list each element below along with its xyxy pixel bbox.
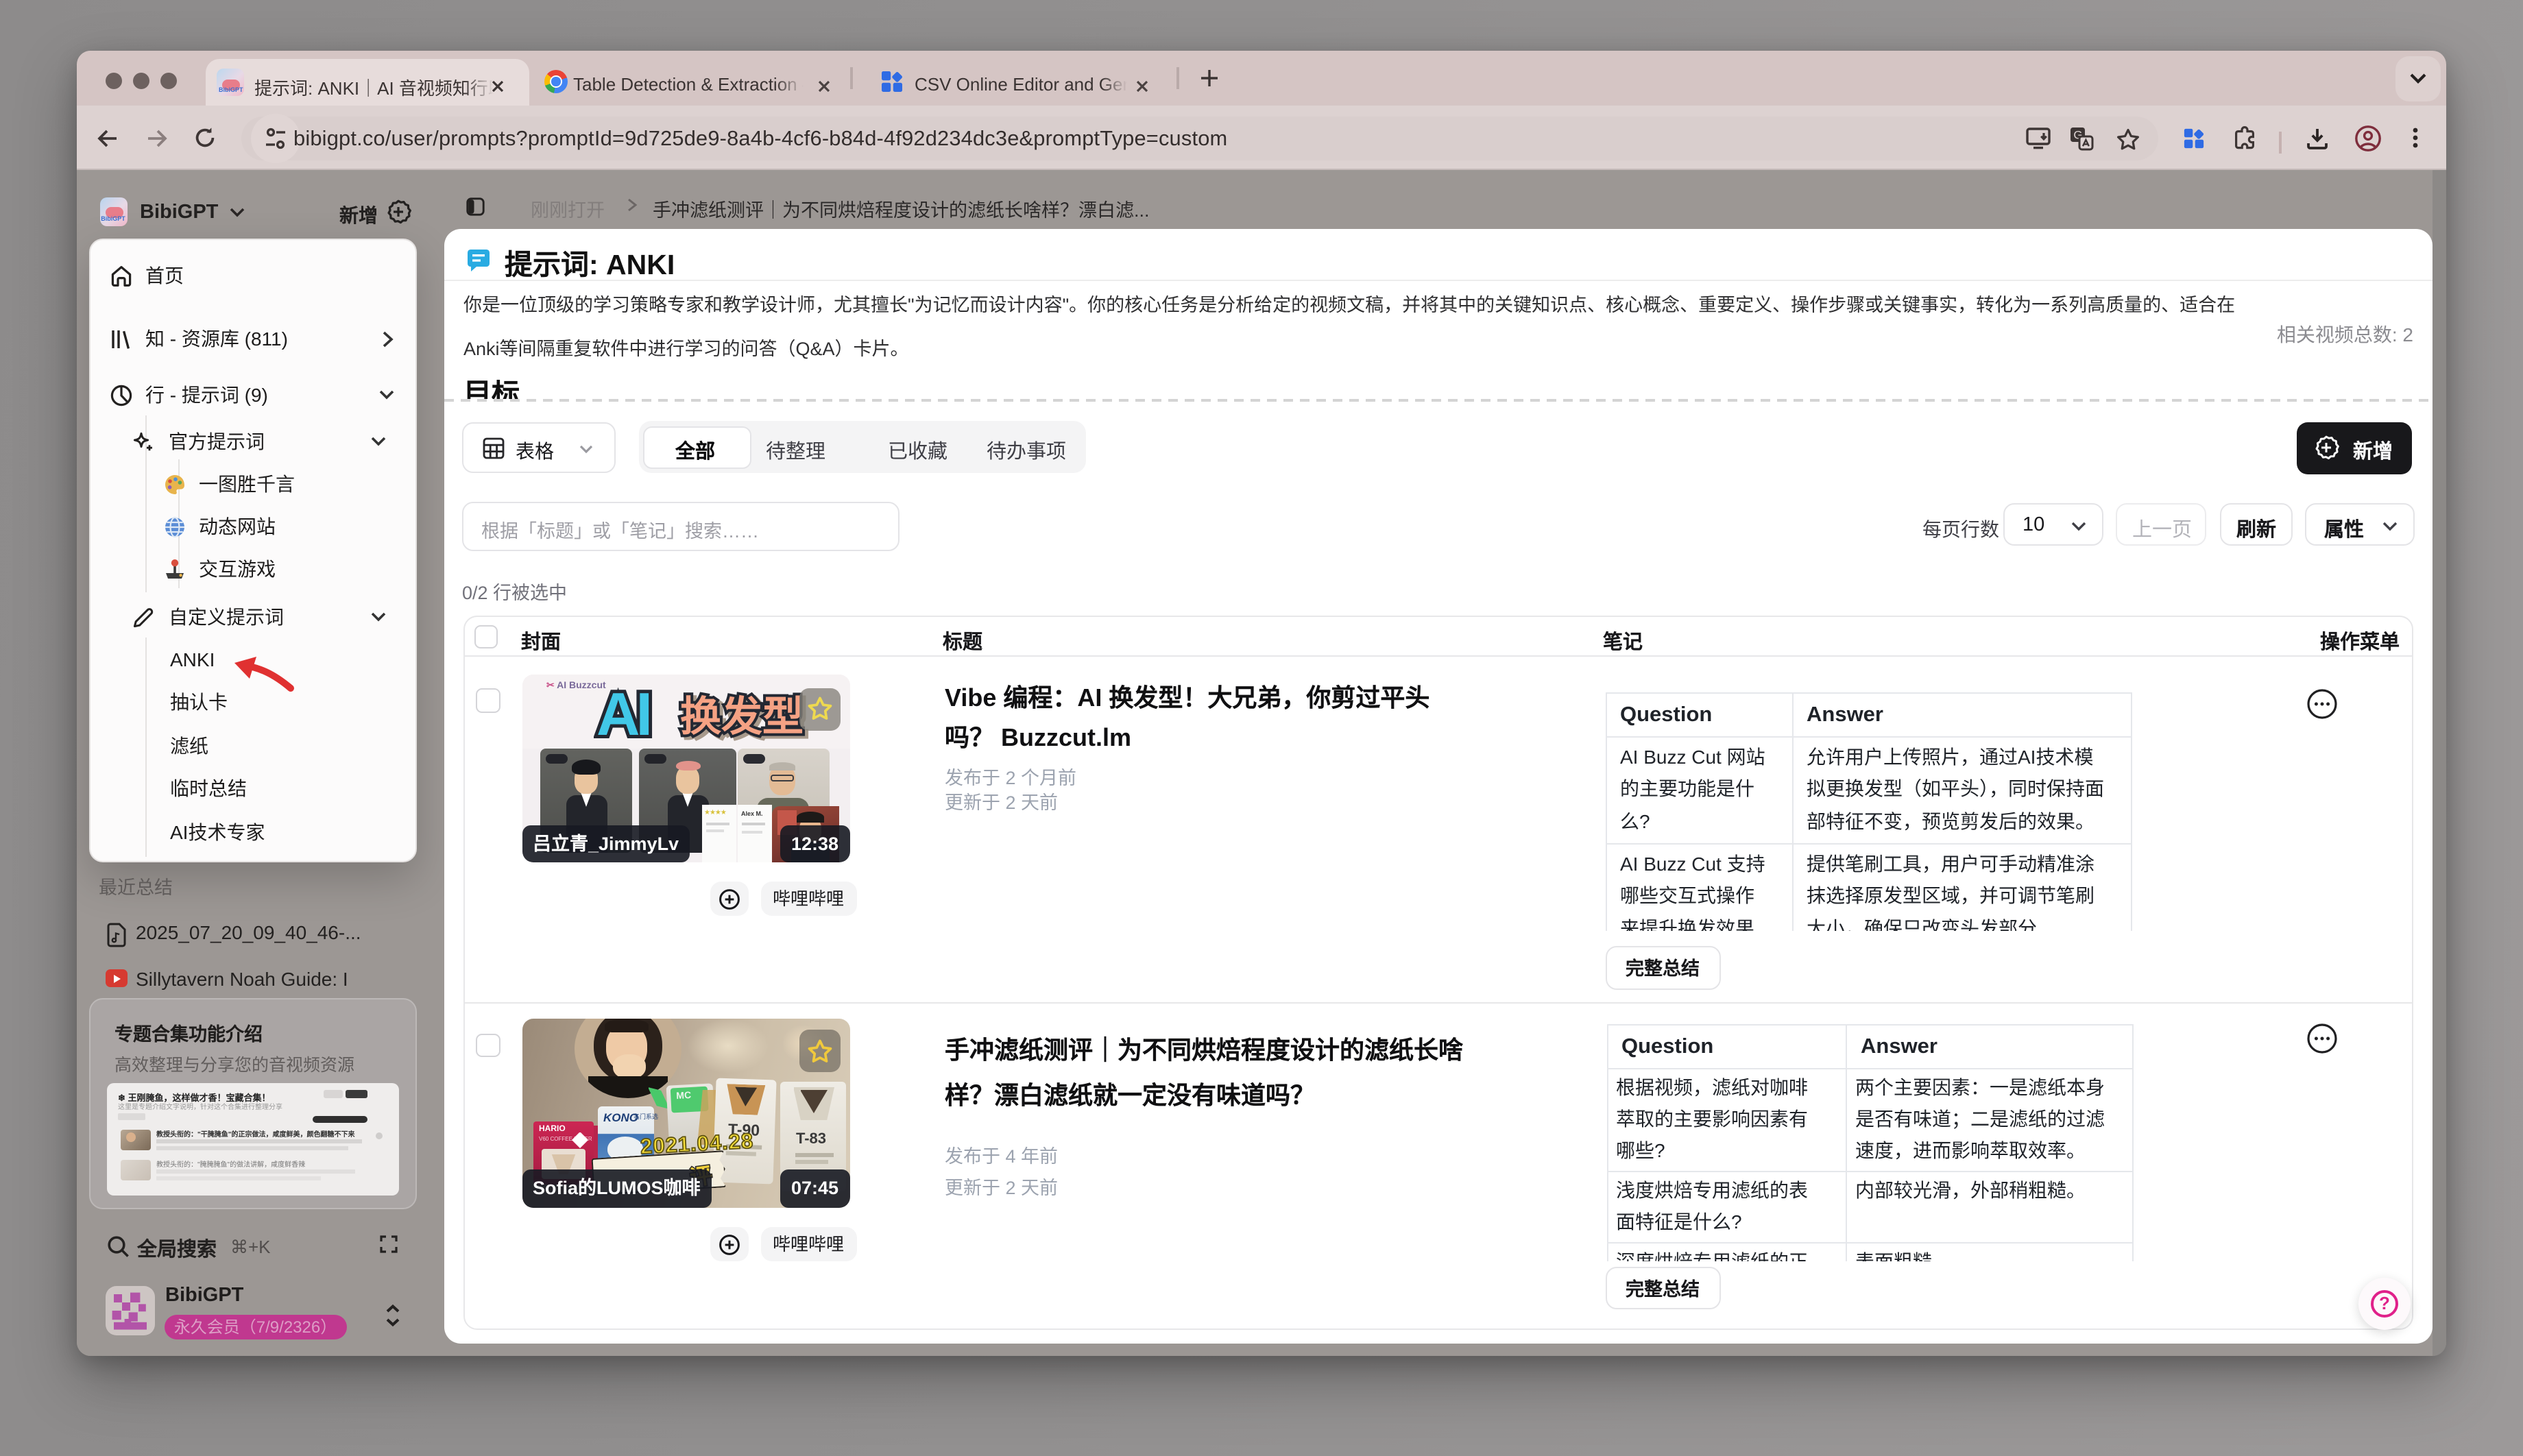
- svg-text:换发型: 换发型: [679, 693, 803, 739]
- svg-text:AI: AI: [596, 683, 649, 744]
